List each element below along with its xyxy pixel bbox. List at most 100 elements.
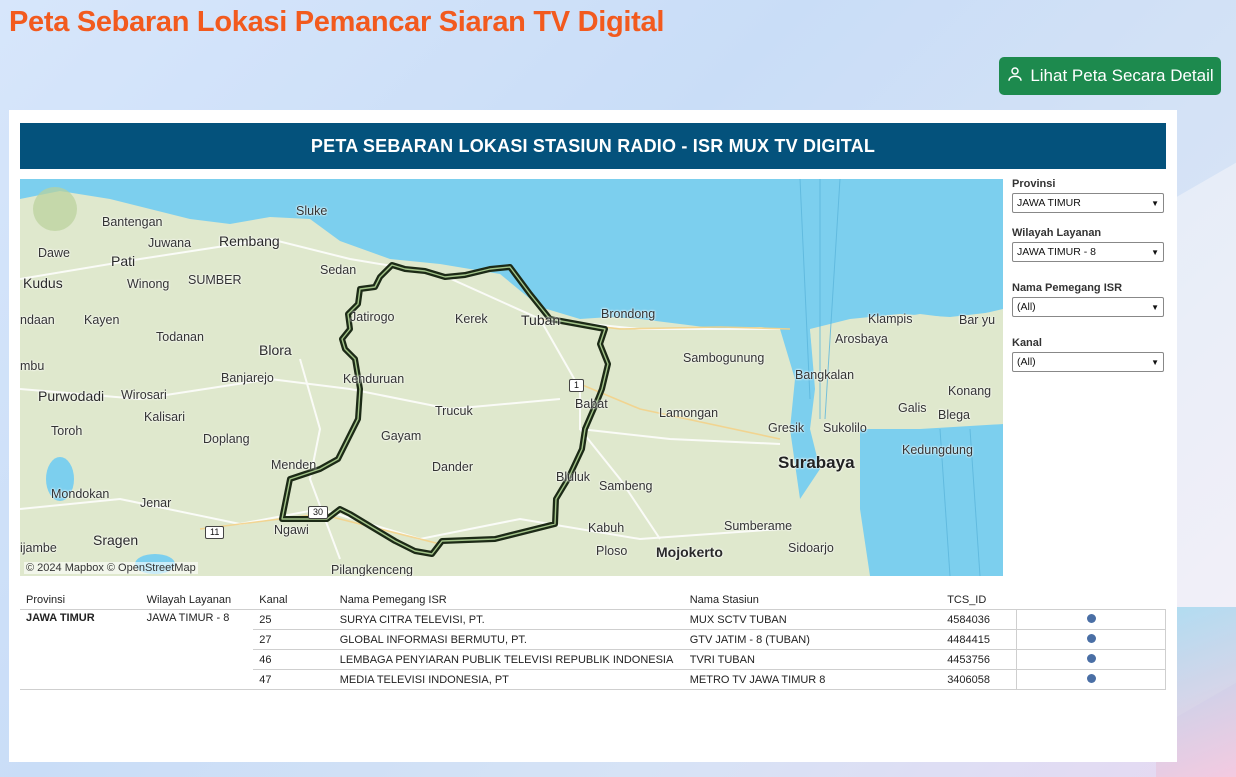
filter-panel: Provinsi JAWA TIMUR ▼ Wilayah Layanan JA…	[1012, 178, 1164, 386]
location-dot-icon[interactable]	[1086, 633, 1096, 643]
page-title: Peta Sebaran Lokasi Pemancar Siaran TV D…	[9, 6, 665, 38]
table-header-row: Provinsi Wilayah Layanan Kanal Nama Peme…	[20, 590, 1166, 610]
road-shield: 1	[569, 379, 585, 392]
map-place-label: Todanan	[156, 330, 204, 344]
map-place-label: Banjarejo	[221, 371, 274, 385]
map-attribution: © 2024 Mapbox © OpenStreetMap	[24, 562, 198, 574]
dropdown-value: (All)	[1017, 356, 1036, 368]
location-marker-cell[interactable]	[1016, 649, 1166, 670]
tcs-id-cell: 4453756	[941, 649, 1017, 670]
column-header: Kanal	[259, 593, 288, 606]
coverage-map[interactable]: Bantengan Juwana Rembang Sluke Dawe Pati…	[20, 179, 1003, 576]
map-place-label: Sidoarjo	[788, 541, 834, 555]
map-place-label: Toroh	[51, 424, 83, 438]
location-marker-cell[interactable]	[1016, 609, 1166, 630]
location-dot-icon[interactable]	[1086, 653, 1096, 663]
filter-pemegang: Nama Pemegang ISR (All) ▼	[1012, 282, 1164, 317]
map-place-label: Bluluk	[556, 470, 591, 484]
map-place-label: Kenduruan	[343, 372, 405, 386]
map-banner-title: PETA SEBARAN LOKASI STASIUN RADIO - ISR …	[20, 123, 1166, 169]
map-place-label: Bar yu	[959, 313, 996, 327]
map-place-label: Galis	[898, 401, 927, 415]
map-place-label: mbu	[20, 359, 45, 373]
map-place-label: Purwodadi	[38, 388, 105, 404]
caret-down-icon: ▼	[1151, 247, 1159, 257]
person-pin-icon	[1006, 65, 1024, 88]
kanal-dropdown[interactable]: (All) ▼	[1012, 352, 1164, 372]
dropdown-value: JAWA TIMUR	[1017, 197, 1081, 209]
map-place-label: ndaan	[20, 313, 55, 327]
map-place-label: Sumberame	[724, 519, 793, 533]
map-card: PETA SEBARAN LOKASI STASIUN RADIO - ISR …	[9, 110, 1177, 762]
pemegang-dropdown[interactable]: (All) ▼	[1012, 297, 1164, 317]
tcs-id-cell: 3406058	[941, 669, 1017, 690]
column-header: Wilayah Layanan	[146, 593, 232, 606]
column-header	[1017, 590, 1166, 610]
map-place-label: Blora	[259, 342, 292, 358]
kanal-cell: 27	[253, 629, 334, 650]
station-table: Provinsi Wilayah Layanan Kanal Nama Peme…	[20, 590, 1166, 690]
kanal-cell: 47	[253, 669, 334, 690]
tcs-id-cell: 4484415	[941, 629, 1017, 650]
map-place-label: Winong	[127, 277, 170, 291]
table-row[interactable]: JAWA TIMUR JAWA TIMUR - 8 25 SURYA CITRA…	[20, 609, 1166, 690]
map-place-label: Kalisari	[144, 410, 185, 424]
map-place-label: Sragen	[93, 532, 139, 548]
map-place-label: Pati	[111, 253, 136, 269]
map-place-label: Klampis	[868, 312, 913, 326]
map-place-label: Sambeng	[599, 479, 653, 493]
road-shield: 11	[205, 526, 225, 539]
location-dot-icon[interactable]	[1086, 613, 1096, 623]
map-place-label: Sedan	[320, 263, 357, 277]
map-place-label: Bangkalan	[795, 368, 855, 382]
wilayah-cell: JAWA TIMUR - 8	[140, 609, 254, 690]
provinsi-dropdown[interactable]: JAWA TIMUR ▼	[1012, 193, 1164, 213]
filter-label: Wilayah Layanan	[1012, 227, 1102, 239]
caret-down-icon: ▼	[1151, 302, 1159, 312]
caret-down-icon: ▼	[1151, 357, 1159, 367]
dropdown-value: (All)	[1017, 301, 1036, 313]
map-place-label: Kayen	[84, 313, 120, 327]
view-detail-map-button[interactable]: Lihat Peta Secara Detail	[999, 57, 1221, 95]
filter-label: Kanal	[1012, 337, 1042, 349]
map-place-label: Bantengan	[102, 215, 163, 229]
column-header: Nama Stasiun	[689, 593, 759, 606]
map-place-label: Jenar	[140, 496, 172, 510]
pemegang-cell: LEMBAGA PENYIARAN PUBLIK TELEVISI REPUBL…	[333, 649, 684, 670]
filter-wilayah: Wilayah Layanan JAWA TIMUR - 8 ▼	[1012, 227, 1164, 262]
map-place-label: Juwana	[148, 236, 192, 250]
map-place-label: Surabaya	[778, 453, 855, 472]
location-dot-icon[interactable]	[1086, 673, 1096, 683]
map-place-label: Tuban	[521, 312, 561, 328]
map-place-label: Rembang	[219, 233, 280, 249]
location-marker-cell[interactable]	[1016, 629, 1166, 650]
location-marker-cell[interactable]	[1016, 669, 1166, 690]
map-place-label: Arosbaya	[835, 332, 888, 346]
provinsi-cell: JAWA TIMUR	[20, 609, 141, 690]
map-place-label: Menden	[271, 458, 317, 472]
wilayah-dropdown[interactable]: JAWA TIMUR - 8 ▼	[1012, 242, 1164, 262]
map-place-label: Jatirogo	[350, 310, 395, 324]
caret-down-icon: ▼	[1151, 198, 1159, 208]
map-place-label: Ngawi	[274, 523, 309, 537]
map-place-label: Brondong	[601, 307, 656, 321]
pemegang-cell: SURYA CITRA TELEVISI, PT.	[333, 609, 684, 630]
map-place-label: Mojokerto	[656, 544, 723, 560]
map-place-label: Kedungdung	[902, 443, 973, 457]
dropdown-value: JAWA TIMUR - 8	[1017, 246, 1096, 258]
map-place-label: Babat	[575, 397, 608, 411]
pemegang-cell: MEDIA TELEVISI INDONESIA, PT	[333, 669, 684, 690]
filter-label: Provinsi	[1012, 178, 1056, 190]
map-place-label: Gresik	[768, 421, 805, 435]
stasiun-cell: MUX SCTV TUBAN	[683, 609, 942, 630]
tcs-id-cell: 4584036	[941, 609, 1017, 630]
map-place-label: Kabuh	[588, 521, 625, 535]
map-place-label: Pilangkenceng	[331, 563, 414, 576]
map-place-label: Dawe	[38, 246, 70, 260]
filter-label: Nama Pemegang ISR	[1012, 282, 1123, 294]
map-place-label: Sluke	[296, 204, 328, 218]
road-shield: 30	[308, 506, 329, 519]
map-place-label: ijambe	[20, 541, 57, 555]
map-place-label: Dander	[432, 460, 473, 474]
kanal-cell: 46	[253, 649, 334, 670]
